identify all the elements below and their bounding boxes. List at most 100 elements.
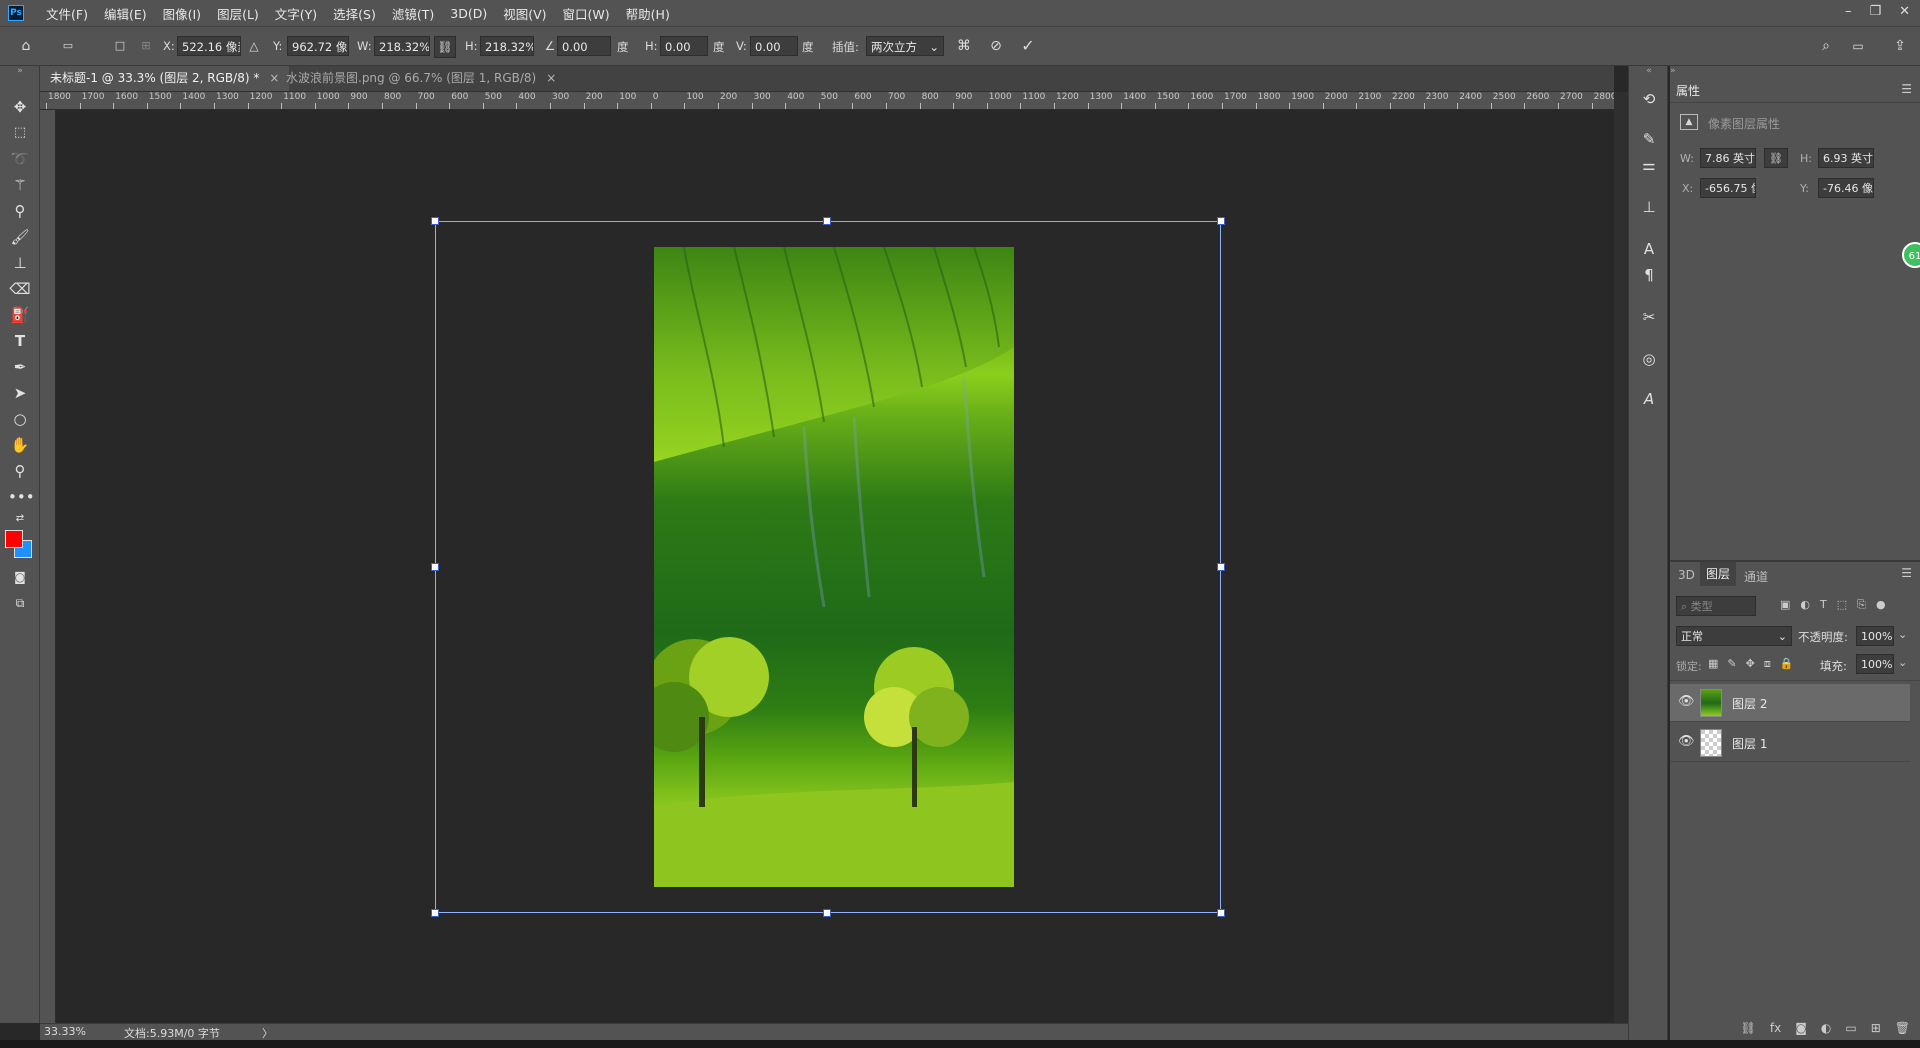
new-group-icon[interactable]: ▭ [1845, 1021, 1856, 1035]
y-input[interactable]: 962.72 像素 [287, 36, 349, 56]
lock-transparent-icon[interactable]: ▦ [1708, 657, 1718, 671]
close-window-icon[interactable]: ✕ [1899, 4, 1910, 19]
share-icon[interactable]: ⇪ [1890, 36, 1910, 56]
new-layer-icon[interactable]: ⊞ [1871, 1021, 1881, 1035]
height-input[interactable]: 6.93 英寸 [1818, 148, 1874, 168]
type-tool-icon[interactable]: T [8, 330, 32, 352]
lasso-tool-icon[interactable]: ➰ [8, 148, 32, 170]
brush-tool-icon[interactable]: 🖌 [8, 226, 32, 248]
commit-transform-icon[interactable]: ✓ [1018, 36, 1038, 56]
adjustments-icon[interactable]: ⚌ [1637, 154, 1661, 176]
panel-menu-icon[interactable]: ☰ [1901, 566, 1912, 580]
close-tab-icon[interactable]: × [546, 71, 556, 85]
home-icon[interactable]: ⌂ [16, 36, 36, 56]
x-input[interactable]: 522.16 像素 [177, 36, 241, 56]
menu-file[interactable]: 文件(F) [46, 4, 88, 23]
libraries-icon[interactable]: ◎ [1637, 348, 1661, 370]
status-menu-arrow[interactable]: 〉 [262, 1025, 273, 1041]
lock-artboard-icon[interactable]: ⧈ [1764, 657, 1771, 671]
tool-preset-icon[interactable]: ▭ [58, 36, 78, 56]
transform-handle-right[interactable] [1217, 563, 1225, 571]
x-input[interactable]: -656.75 像素 [1700, 178, 1756, 198]
rotate-input[interactable]: 0.00 [557, 36, 611, 56]
transform-handle-top-right[interactable] [1217, 217, 1225, 225]
opacity-input[interactable]: 100% [1856, 626, 1894, 646]
type-filter-icon[interactable]: T [1820, 598, 1827, 612]
layer-row-2[interactable]: 👁 图层 2 [1670, 684, 1910, 722]
transform-handle-bottom-left[interactable] [431, 909, 439, 917]
workspace-icon[interactable]: ▭ [1848, 36, 1868, 56]
layer-row-1[interactable]: 👁 图层 1 [1670, 724, 1910, 762]
tab-layers[interactable]: 图层 [1700, 562, 1737, 586]
chevron-down-icon[interactable]: ⌄ [1898, 656, 1907, 669]
quick-mask-icon[interactable]: ◙ [8, 566, 32, 588]
paragraph-icon[interactable]: ¶ [1637, 264, 1661, 286]
transform-handle-top-left[interactable] [431, 217, 439, 225]
menu-help[interactable]: 帮助(H) [626, 4, 670, 23]
visibility-eye-icon[interactable]: 👁 [1678, 734, 1695, 749]
glyphs-icon[interactable]: A [1637, 388, 1661, 410]
menu-filter[interactable]: 滤镜(T) [392, 4, 434, 23]
lock-all-icon[interactable]: 🔒 [1780, 657, 1794, 671]
tab-3d[interactable]: 3D [1678, 568, 1695, 582]
more-tools-icon[interactable]: ••• [8, 486, 35, 508]
tab-properties[interactable]: 属性 [1676, 82, 1700, 99]
link-icon[interactable]: ⛓ [434, 36, 456, 58]
menu-view[interactable]: 视图(V) [503, 4, 546, 23]
tab-wave-foreground[interactable]: 水波浪前景图.png @ 66.7% (图层 1, RGB/8) × [276, 66, 566, 91]
warp-icon[interactable]: ⌘ [954, 36, 974, 56]
marquee-tool-icon[interactable]: ⬚ [8, 122, 32, 144]
free-transform-box[interactable] [431, 217, 1225, 917]
tool-presets-icon[interactable]: ✂ [1637, 306, 1661, 328]
shape-filter-icon[interactable]: ⬚ [1837, 598, 1847, 612]
hand-tool-icon[interactable]: ✋ [8, 434, 32, 456]
vskew-input[interactable]: 0.00 [750, 36, 798, 56]
path-selection-tool-icon[interactable]: ➤ [8, 382, 32, 404]
smart-object-filter-icon[interactable]: ⎘ [1857, 598, 1866, 612]
transform-handle-top[interactable] [823, 217, 831, 225]
fill-input[interactable]: 100% [1856, 654, 1894, 674]
link-icon[interactable]: ⛓ [1764, 148, 1788, 168]
blend-mode-select[interactable]: 正常 ⌄ [1676, 626, 1792, 646]
clone-source-icon[interactable]: ⊥ [1637, 196, 1661, 218]
visibility-eye-icon[interactable]: 👁 [1678, 694, 1695, 709]
reference-point-grid-icon[interactable]: ⊞ [136, 36, 156, 56]
magic-wand-tool-icon[interactable]: ⚚ [8, 174, 32, 196]
menu-image[interactable]: 图像(I) [163, 4, 201, 23]
vertical-ruler[interactable] [40, 110, 56, 1023]
adjustment-layer-icon[interactable]: ◐ [1821, 1021, 1831, 1035]
menu-3d[interactable]: 3D(D) [450, 6, 487, 21]
chevron-down-icon[interactable]: ⌄ [1898, 628, 1907, 641]
delete-layer-icon[interactable]: 🗑 [1895, 1021, 1910, 1035]
lock-pixels-icon[interactable]: ✎ [1727, 657, 1736, 671]
width-input[interactable]: 7.86 英寸 [1700, 148, 1756, 168]
menu-layer[interactable]: 图层(L) [217, 4, 259, 23]
adjustment-filter-icon[interactable]: ◐ [1800, 598, 1810, 612]
menu-select[interactable]: 选择(S) [333, 4, 376, 23]
menu-type[interactable]: 文字(Y) [275, 4, 317, 23]
menu-edit[interactable]: 编辑(E) [104, 4, 147, 23]
foreground-color-swatch[interactable] [5, 530, 23, 548]
stamp-tool-icon[interactable]: ⊥ [8, 252, 32, 274]
collapse-right-icon[interactable]: » [1670, 66, 1676, 76]
lock-position-icon[interactable]: ✥ [1746, 657, 1755, 671]
width-input[interactable]: 218.32% [374, 36, 430, 56]
fx-icon[interactable]: fx [1770, 1021, 1781, 1035]
y-input[interactable]: -76.46 像素 [1818, 178, 1874, 198]
history-icon[interactable]: ⟲ [1637, 88, 1661, 110]
transform-handle-bottom[interactable] [823, 909, 831, 917]
restore-icon[interactable]: ❐ [1869, 4, 1881, 19]
horizontal-ruler[interactable]: 1800 1700 1600 1500 1400 1300 1200 1100 1000 900 8… [40, 92, 1614, 110]
link-layers-icon[interactable]: ⛓ [1741, 1021, 1756, 1035]
brush-settings-icon[interactable]: ✎ [1637, 128, 1661, 150]
ellipse-tool-icon[interactable]: ○ [8, 408, 32, 430]
transform-handle-left[interactable] [431, 563, 439, 571]
search-icon[interactable]: ⌕ [1816, 36, 1836, 56]
zoom-tool-icon[interactable]: ⚲ [8, 460, 32, 482]
height-input[interactable]: 218.32% [480, 36, 534, 56]
menu-window[interactable]: 窗口(W) [563, 4, 610, 23]
filter-toggle-icon[interactable]: ● [1876, 598, 1886, 612]
image-filter-icon[interactable]: ▣ [1780, 598, 1790, 612]
vertical-scrollbar[interactable] [1614, 92, 1628, 1023]
relative-position-icon[interactable]: △ [244, 36, 264, 56]
